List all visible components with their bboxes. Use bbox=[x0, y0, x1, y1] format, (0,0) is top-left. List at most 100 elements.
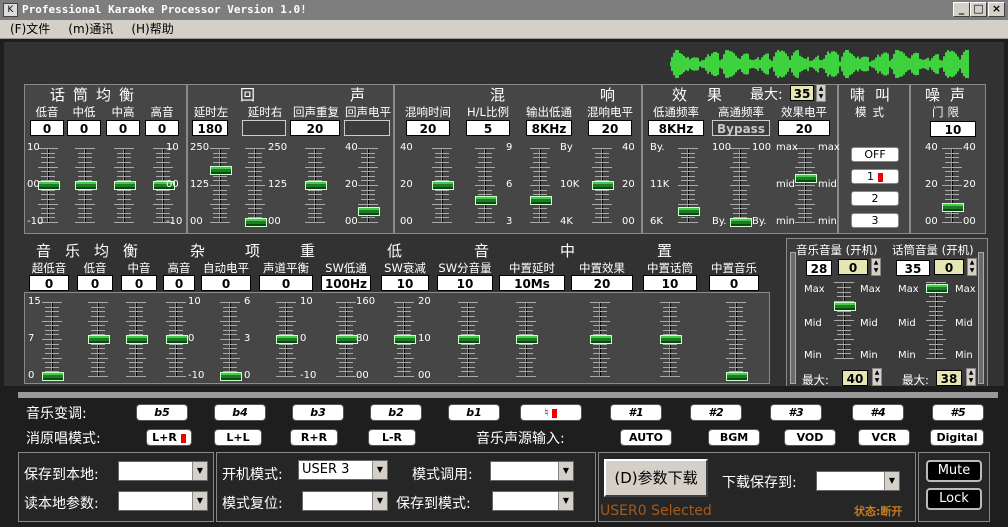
music-6-value[interactable]: 100Hz bbox=[321, 275, 371, 291]
mic-max-spinner[interactable]: ▲ ▼ bbox=[966, 368, 976, 386]
music-max-value[interactable]: 40 bbox=[842, 370, 868, 386]
reverb-0-value[interactable]: 20 bbox=[406, 120, 450, 136]
mic-eq-0-value[interactable]: 0 bbox=[30, 120, 64, 136]
vocal-button-0[interactable]: L+R bbox=[146, 429, 192, 446]
effect-max-value[interactable]: 35 bbox=[790, 85, 814, 101]
slider-knob[interactable] bbox=[358, 206, 380, 216]
download-button[interactable]: (D)参数下载 bbox=[604, 459, 708, 497]
mic-eq-1-value[interactable]: 0 bbox=[67, 120, 101, 136]
music-boot-spinner[interactable]: ▲ ▼ bbox=[871, 258, 881, 276]
slider-knob[interactable] bbox=[726, 372, 748, 381]
music-slider-2[interactable] bbox=[126, 302, 148, 377]
music-slider-3[interactable] bbox=[166, 302, 188, 377]
music-0-value[interactable]: 0 bbox=[29, 275, 69, 291]
echo-2-value[interactable]: 20 bbox=[290, 120, 340, 136]
echo-slider-2[interactable] bbox=[305, 148, 327, 223]
vocal-button-1[interactable]: L+L bbox=[214, 429, 262, 446]
music-7-value[interactable]: 10 bbox=[381, 275, 429, 291]
noise-gate-slider[interactable] bbox=[942, 148, 964, 223]
key-button-10[interactable]: #5 bbox=[932, 404, 984, 421]
reverb-slider-0[interactable] bbox=[432, 148, 454, 223]
slider-knob[interactable] bbox=[942, 203, 964, 213]
slider-knob[interactable] bbox=[834, 302, 856, 312]
music-slider-1[interactable] bbox=[88, 302, 110, 377]
effect-1-value[interactable]: Bypass bbox=[712, 120, 770, 136]
music-3-value[interactable]: 0 bbox=[163, 275, 195, 291]
close-button[interactable]: × bbox=[988, 2, 1005, 17]
key-button-9[interactable]: #4 bbox=[852, 404, 904, 421]
music-slider-10[interactable] bbox=[590, 302, 612, 377]
echo-slider-3[interactable] bbox=[358, 148, 380, 223]
slider-knob[interactable] bbox=[38, 181, 60, 190]
howl-off-button[interactable]: OFF bbox=[851, 147, 899, 162]
effect-2-value[interactable]: 20 bbox=[778, 120, 830, 136]
key-button-4[interactable]: b1 bbox=[448, 404, 500, 421]
mic-eq-3-value[interactable]: 0 bbox=[145, 120, 179, 136]
key-button-7[interactable]: #2 bbox=[690, 404, 742, 421]
save-mode-select[interactable]: ▼ bbox=[492, 491, 574, 511]
slider-knob[interactable] bbox=[730, 218, 752, 227]
slider-knob[interactable] bbox=[432, 181, 454, 190]
menu-file[interactable]: (F)文件 bbox=[2, 20, 58, 39]
effect-0-value[interactable]: 8KHz bbox=[648, 120, 704, 136]
music-slider-4[interactable] bbox=[220, 302, 242, 381]
slider-knob[interactable] bbox=[660, 335, 682, 344]
source-button-1[interactable]: BGM bbox=[708, 429, 760, 446]
mic-eq-slider-2[interactable] bbox=[114, 148, 136, 223]
music-slider-8[interactable] bbox=[458, 302, 480, 377]
slider-knob[interactable] bbox=[305, 181, 327, 190]
mic-eq-slider-0[interactable] bbox=[38, 148, 60, 223]
echo-slider-0[interactable] bbox=[210, 148, 232, 223]
slider-knob[interactable] bbox=[530, 195, 552, 205]
music-11-value[interactable]: 10 bbox=[643, 275, 697, 291]
music-4-value[interactable]: 0 bbox=[201, 275, 251, 291]
slider-knob[interactable] bbox=[678, 206, 700, 216]
slider-knob[interactable] bbox=[590, 335, 612, 344]
slider-knob[interactable] bbox=[394, 335, 416, 344]
music-slider-0[interactable] bbox=[42, 302, 64, 381]
reverb-1-value[interactable]: 5 bbox=[466, 120, 510, 136]
music-volume-slider[interactable] bbox=[834, 282, 856, 359]
slider-knob[interactable] bbox=[458, 335, 480, 344]
reverb-slider-2[interactable] bbox=[530, 148, 552, 223]
noise-gate-value[interactable]: 10 bbox=[930, 121, 976, 137]
slider-knob[interactable] bbox=[42, 372, 64, 381]
music-9-value[interactable]: 10Ms bbox=[499, 275, 565, 291]
source-button-4[interactable]: Digital bbox=[930, 429, 984, 446]
howl-1-button[interactable]: 1 bbox=[851, 169, 899, 184]
vocal-button-3[interactable]: L-R bbox=[368, 429, 416, 446]
slider-knob[interactable] bbox=[926, 284, 948, 294]
music-5-value[interactable]: 0 bbox=[259, 275, 313, 291]
music-volume-value[interactable]: 28 bbox=[806, 260, 832, 276]
source-button-2[interactable]: VOD bbox=[784, 429, 836, 446]
slider-knob[interactable] bbox=[336, 335, 358, 344]
echo-3-value[interactable] bbox=[344, 120, 390, 136]
key-button-1[interactable]: b4 bbox=[214, 404, 266, 421]
download-save-select[interactable]: ▼ bbox=[816, 471, 900, 491]
slider-knob[interactable] bbox=[276, 335, 298, 344]
mic-boot-spinner[interactable]: ▲ ▼ bbox=[967, 258, 977, 276]
source-button-3[interactable]: VCR bbox=[858, 429, 910, 446]
mode-reset-select[interactable]: ▼ bbox=[302, 491, 388, 511]
music-slider-12[interactable] bbox=[726, 302, 748, 381]
slider-knob[interactable] bbox=[126, 335, 148, 344]
effect-slider-1[interactable] bbox=[730, 148, 752, 227]
slider-knob[interactable] bbox=[475, 195, 497, 205]
menu-help[interactable]: (H)帮助 bbox=[123, 20, 181, 39]
reverb-2-value[interactable]: 8KHz bbox=[526, 120, 572, 136]
slider-knob[interactable] bbox=[88, 335, 110, 344]
key-button-6[interactable]: #1 bbox=[610, 404, 662, 421]
echo-slider-1[interactable] bbox=[245, 148, 267, 227]
music-boot-value[interactable]: 0 bbox=[838, 259, 868, 275]
music-2-value[interactable]: 0 bbox=[121, 275, 157, 291]
slider-knob[interactable] bbox=[245, 218, 267, 227]
music-slider-6[interactable] bbox=[336, 302, 358, 377]
minimize-button[interactable]: _ bbox=[953, 2, 970, 17]
reverb-3-value[interactable]: 20 bbox=[588, 120, 632, 136]
music-slider-5[interactable] bbox=[276, 302, 298, 377]
music-10-value[interactable]: 20 bbox=[571, 275, 633, 291]
music-12-value[interactable]: 0 bbox=[709, 275, 759, 291]
maximize-button[interactable]: □ bbox=[970, 2, 987, 17]
key-button-0[interactable]: b5 bbox=[136, 404, 188, 421]
vocal-button-2[interactable]: R+R bbox=[290, 429, 338, 446]
